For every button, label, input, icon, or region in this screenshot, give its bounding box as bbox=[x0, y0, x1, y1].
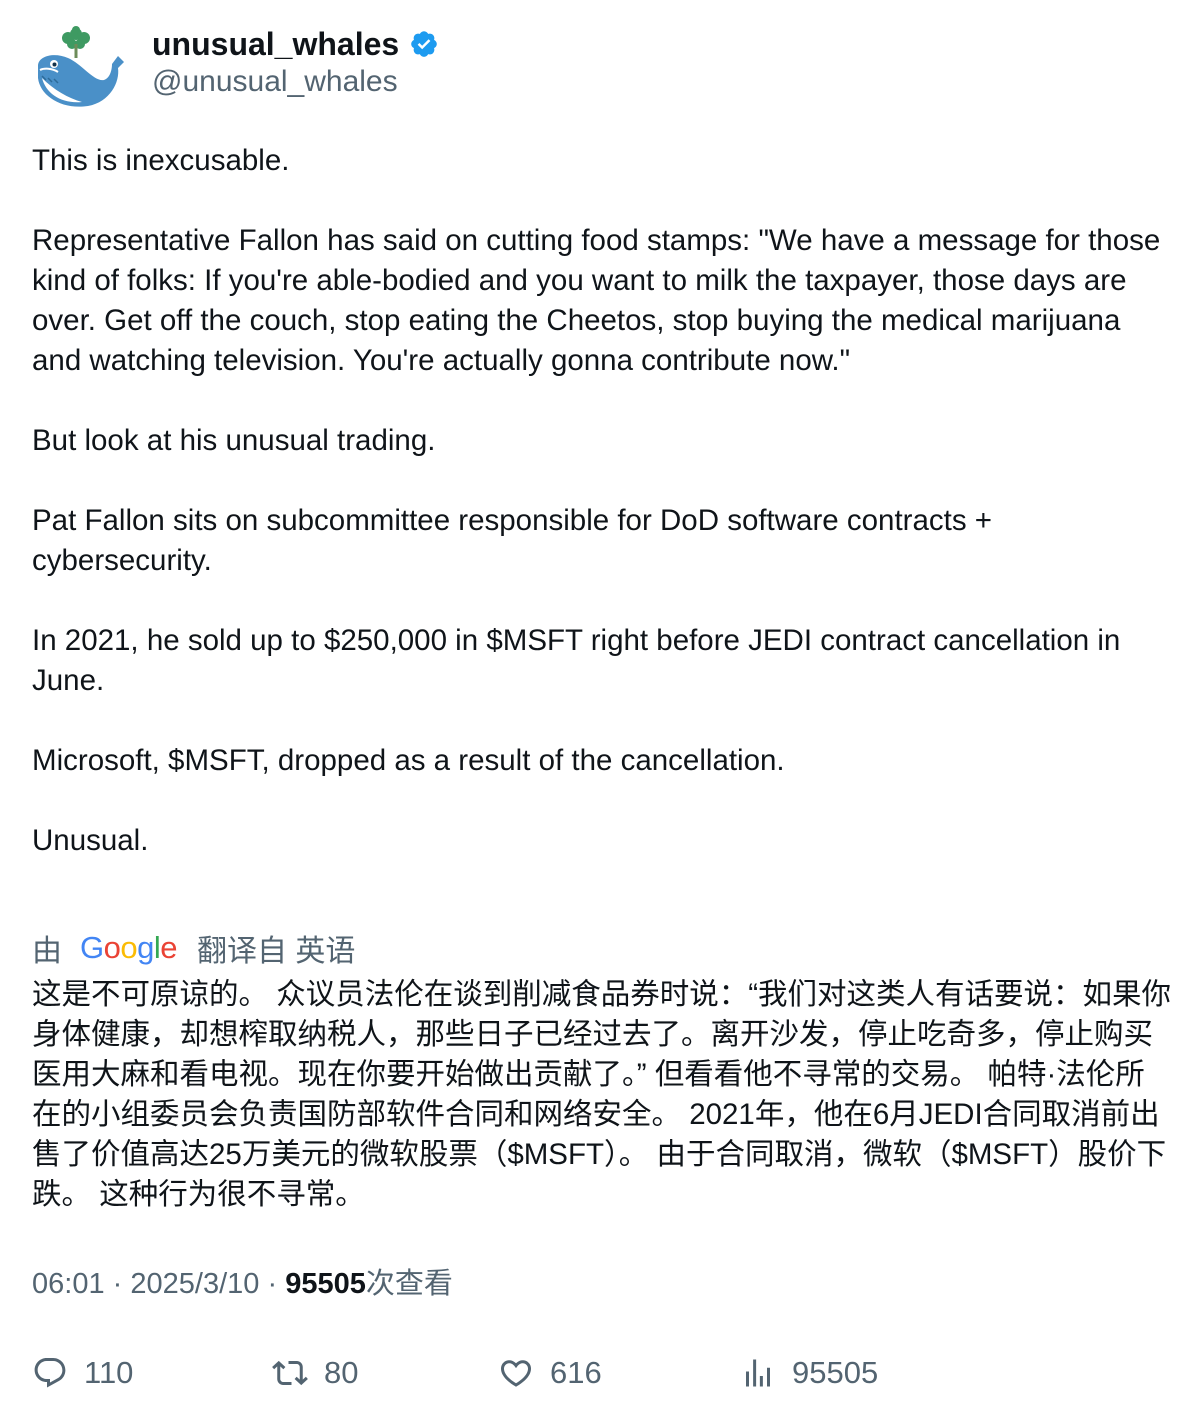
tweet-header: unusual_whales @unusual_whales bbox=[32, 22, 1162, 114]
tweet-paragraph: Microsoft, $MSFT, dropped as a result of… bbox=[32, 744, 785, 777]
translated-by-label: 由 bbox=[32, 935, 62, 968]
view-label: 次查看 bbox=[365, 1268, 453, 1300]
translation-attribution[interactable]: 由 Google 翻译自 英语 bbox=[32, 926, 355, 970]
tweet-time[interactable]: 06:01 bbox=[32, 1268, 105, 1300]
tweet-paragraph: But look at his unusual trading. bbox=[32, 424, 436, 457]
avatar[interactable] bbox=[32, 22, 128, 114]
translated-text: 这是不可原谅的。 众议员法伦在谈到削减食品券时说：“我们对这类人有话要说：如果你… bbox=[32, 978, 1172, 1211]
retweet-button[interactable]: 80 bbox=[272, 1350, 358, 1396]
tweet-paragraph: In 2021, he sold up to $250,000 in $MSFT… bbox=[32, 624, 1129, 697]
tweet-meta: 06:01 · 2025/3/10 · 95505次查看 bbox=[32, 1264, 453, 1304]
verified-badge-icon bbox=[409, 29, 439, 59]
author-name-row: unusual_whales bbox=[152, 26, 439, 62]
action-bar: 110 80 616 95505 bbox=[32, 1350, 1162, 1396]
view-count: 95505 bbox=[285, 1268, 366, 1300]
like-button[interactable]: 616 bbox=[498, 1350, 602, 1396]
whale-logo-icon bbox=[38, 26, 124, 107]
views-count: 95505 bbox=[792, 1355, 879, 1390]
meta-separator: · bbox=[267, 1268, 278, 1300]
tweet-paragraph: This is inexcusable. bbox=[32, 144, 290, 177]
translated-from-label: 翻译自 英语 bbox=[197, 935, 356, 968]
tweet-paragraph: Unusual. bbox=[32, 824, 149, 857]
reply-icon bbox=[34, 1358, 66, 1388]
retweet-icon bbox=[272, 1360, 308, 1386]
heart-icon bbox=[500, 1360, 532, 1387]
tweet-paragraph: Pat Fallon sits on subcommittee responsi… bbox=[32, 504, 1001, 577]
analytics-icon bbox=[746, 1359, 770, 1387]
tweet-date[interactable]: 2025/3/10 bbox=[130, 1268, 259, 1300]
google-logo-icon: Google bbox=[80, 930, 178, 965]
meta-separator: · bbox=[112, 1268, 123, 1300]
author-name[interactable]: unusual_whales bbox=[152, 26, 399, 62]
tweet-paragraph: Representative Fallon has said on cuttin… bbox=[32, 224, 1169, 377]
retweet-count: 80 bbox=[324, 1355, 359, 1390]
like-count: 616 bbox=[550, 1355, 602, 1390]
tweet-body: This is inexcusable. Representative Fall… bbox=[32, 141, 1172, 861]
views-button[interactable]: 95505 bbox=[740, 1350, 878, 1396]
reply-button[interactable]: 110 bbox=[32, 1350, 133, 1396]
reply-count: 110 bbox=[84, 1355, 134, 1390]
author-handle[interactable]: @unusual_whales bbox=[152, 64, 398, 100]
